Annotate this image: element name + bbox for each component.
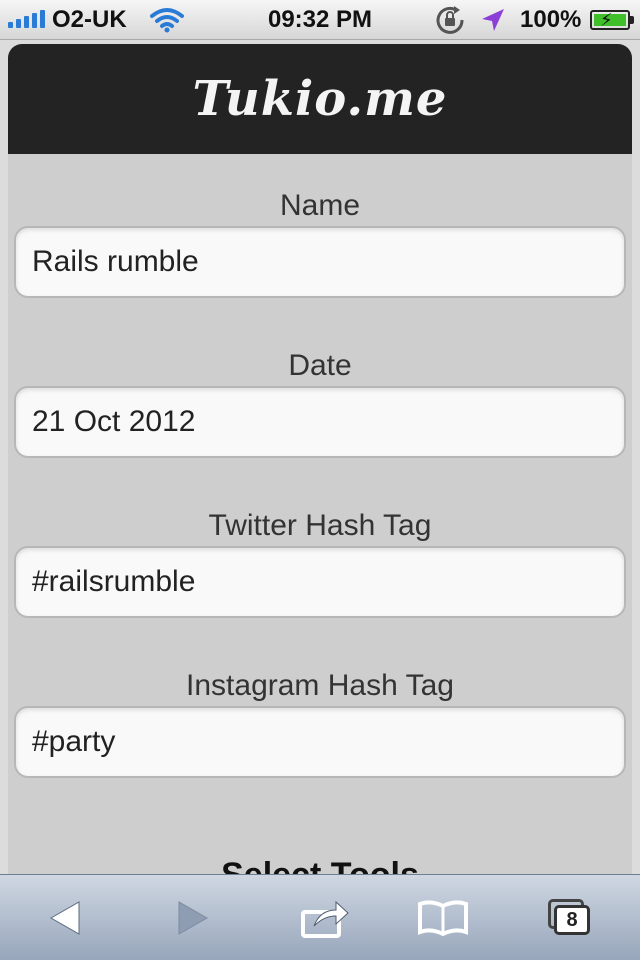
tabs-button[interactable]: 8 xyxy=(528,875,618,960)
twitter-field-group: Twitter Hash Tag xyxy=(14,506,626,618)
status-bar: O2-UK 09:32 PM 100% ⚡ xyxy=(0,0,640,40)
web-page: Tukio.me Name Date Twitter Hash Tag Inst… xyxy=(8,44,632,874)
share-icon xyxy=(301,900,349,938)
name-field-group: Name xyxy=(14,186,626,298)
app-title: Tukio.me xyxy=(192,71,448,127)
share-button[interactable] xyxy=(280,875,370,960)
app-header: Tukio.me xyxy=(8,44,632,154)
twitter-hashtag-input[interactable] xyxy=(14,546,626,618)
browser-toolbar: 8 xyxy=(0,874,640,960)
rotation-lock-icon xyxy=(434,0,466,40)
date-input[interactable] xyxy=(14,386,626,458)
back-button[interactable] xyxy=(20,875,110,960)
name-input[interactable] xyxy=(14,226,626,298)
bookmarks-button[interactable] xyxy=(398,875,488,960)
instagram-hashtag-input[interactable] xyxy=(14,706,626,778)
forward-arrow-icon xyxy=(178,901,209,935)
tabs-count: 8 xyxy=(554,905,590,935)
date-field-group: Date xyxy=(14,346,626,458)
twitter-label: Twitter Hash Tag xyxy=(208,509,432,542)
bookmarks-icon xyxy=(418,900,468,936)
battery-icon: ⚡ xyxy=(590,0,634,40)
date-label: Date xyxy=(288,349,352,382)
back-arrow-icon xyxy=(49,901,80,935)
forward-button[interactable] xyxy=(148,875,238,960)
name-label: Name xyxy=(279,189,361,222)
battery-percent: 100% xyxy=(520,6,582,33)
instagram-field-group: Instagram Hash Tag xyxy=(14,666,626,778)
instagram-label: Instagram Hash Tag xyxy=(186,669,454,702)
select-tools-heading: Select Tools xyxy=(8,856,632,874)
location-icon xyxy=(480,0,506,40)
